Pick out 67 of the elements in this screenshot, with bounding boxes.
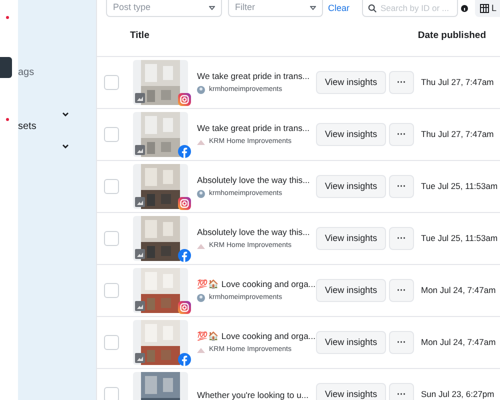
image-icon xyxy=(135,248,145,258)
post-title[interactable]: We take great pride in trans... xyxy=(197,70,315,82)
more-button[interactable]: ··· xyxy=(389,175,414,198)
post-title[interactable]: 💯🏠 Love cooking and orga... xyxy=(197,330,315,342)
table-icon xyxy=(480,4,489,13)
view-insights-button[interactable]: View insights xyxy=(316,71,386,94)
date-published: Mon Jul 24, 7:47am xyxy=(421,284,496,297)
image-icon xyxy=(135,92,145,102)
view-insights-button[interactable]: View insights xyxy=(316,279,386,302)
more-button[interactable]: ··· xyxy=(389,331,414,354)
avatar-icon xyxy=(197,86,205,94)
image-icon xyxy=(135,352,145,362)
caret-icon xyxy=(310,6,316,10)
date-published: Tue Jul 25, 11:53am xyxy=(421,232,498,245)
info-icon[interactable] xyxy=(460,5,468,12)
row-checkbox[interactable] xyxy=(104,387,119,400)
column-header: Title xyxy=(130,29,150,44)
more-button[interactable]: ··· xyxy=(389,123,414,146)
post-title[interactable]: Absolutely love the way this... xyxy=(197,174,315,186)
roof-icon xyxy=(197,244,205,248)
post-title[interactable]: We take great pride in trans... xyxy=(197,122,315,134)
roof-icon xyxy=(197,140,205,144)
caret-icon xyxy=(209,6,215,10)
date-published: Sun Jul 23, 6:27pm xyxy=(421,388,494,400)
row-checkbox[interactable] xyxy=(104,75,119,90)
sidebar-item[interactable]: sets xyxy=(18,116,96,136)
row-checkbox[interactable] xyxy=(104,283,119,298)
image-icon xyxy=(135,196,145,206)
camera-app-icon xyxy=(178,196,191,210)
sidebar-item[interactable]: ags xyxy=(18,62,96,82)
active-tab-marker xyxy=(0,57,12,78)
chevron-down-icon xyxy=(62,112,69,117)
more-button[interactable]: ··· xyxy=(389,383,414,400)
row-checkbox[interactable] xyxy=(104,179,119,194)
image-icon xyxy=(135,144,145,154)
columns-button[interactable]: L xyxy=(474,0,500,17)
date-published: Thu Jul 27, 7:47am xyxy=(421,128,494,141)
view-insights-button[interactable]: View insights xyxy=(316,227,386,250)
view-insights-button[interactable]: View insights xyxy=(316,123,386,146)
avatar-icon xyxy=(197,190,205,198)
roof-icon xyxy=(197,348,205,352)
f-logo-icon xyxy=(178,352,191,366)
avatar-icon xyxy=(197,294,205,302)
f-logo-icon xyxy=(178,144,191,158)
chevron-down-icon xyxy=(62,144,69,149)
view-insights-button[interactable]: View insights xyxy=(316,331,386,354)
post-title[interactable]: 💯🏠 Love cooking and orga... xyxy=(197,278,315,290)
more-button[interactable]: ··· xyxy=(389,279,414,302)
f-logo-icon xyxy=(178,248,191,262)
clear-link[interactable]: Clear xyxy=(328,2,350,16)
column-header: Date published xyxy=(418,29,486,44)
image-icon xyxy=(135,300,145,310)
camera-app-icon xyxy=(178,300,191,314)
view-insights-button[interactable]: View insights xyxy=(316,383,386,400)
more-button[interactable]: ··· xyxy=(389,71,414,94)
search-icon xyxy=(368,4,377,12)
view-insights-button[interactable]: View insights xyxy=(316,175,386,198)
camera-app-icon xyxy=(178,92,191,106)
date-published: Mon Jul 24, 7:47am xyxy=(421,336,496,349)
date-published: Tue Jul 25, 11:53am xyxy=(421,180,498,193)
row-checkbox[interactable] xyxy=(104,127,119,142)
post-title[interactable]: Whether you're looking to u... xyxy=(197,388,315,400)
row-checkbox[interactable] xyxy=(104,231,119,246)
post-title[interactable]: Absolutely love the way this... xyxy=(197,226,315,238)
row-checkbox[interactable] xyxy=(104,335,119,350)
more-button[interactable]: ··· xyxy=(389,227,414,250)
date-published: Thu Jul 27, 7:47am xyxy=(421,76,494,89)
